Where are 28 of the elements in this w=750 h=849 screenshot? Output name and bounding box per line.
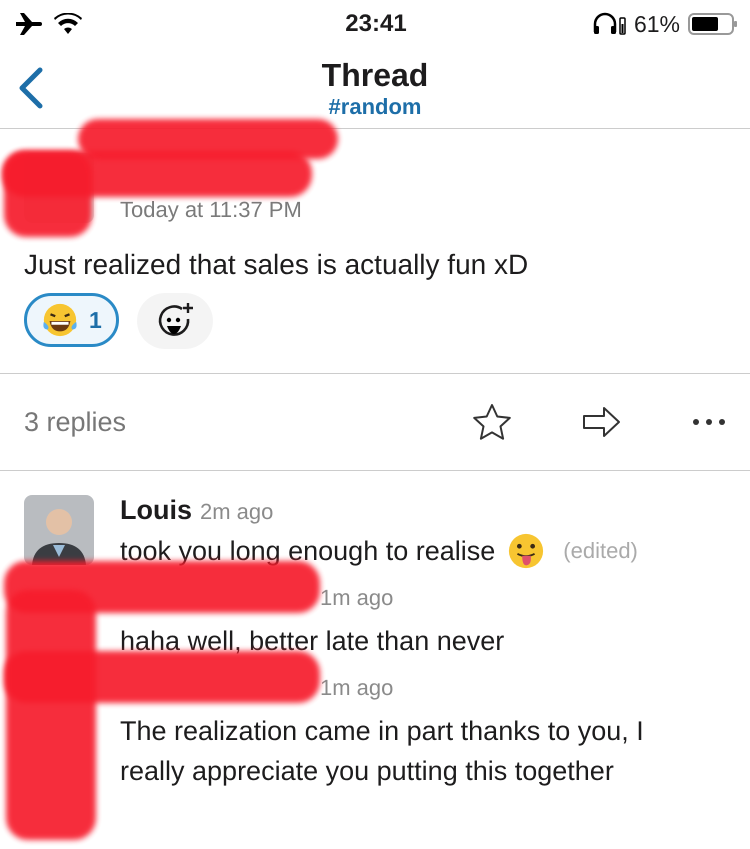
wifi-icon [54, 13, 82, 35]
star-icon [472, 403, 512, 441]
clock-time: 23:41 [345, 10, 407, 38]
battery-percentage: 61% [634, 10, 680, 38]
reply-time: 2m ago [200, 499, 274, 525]
replies-count: 3 replies [24, 406, 128, 438]
more-icon [692, 418, 726, 426]
airplane-icon [14, 12, 44, 36]
thread-title: Thread [322, 56, 428, 94]
battery-icon [688, 12, 738, 36]
edited-label: (edited) [563, 537, 638, 565]
tongue-emoji-icon [507, 532, 546, 570]
reply-text: took you long enough to realise [120, 535, 496, 568]
reply-time: 1m ago [320, 585, 394, 611]
reply-text: haha well, better late than never [120, 625, 504, 658]
author-name[interactable]: Louis [120, 495, 192, 526]
headphones-icon [592, 12, 626, 36]
share-button[interactable] [582, 406, 622, 438]
arrow-icon [582, 406, 622, 438]
channel-link[interactable]: #random [328, 94, 422, 120]
laughing-emoji-icon [41, 301, 79, 339]
reply-text: The realization came in part thanks to you, I really appreciate you putting this together [120, 715, 645, 788]
message-text: Just realized that sales is actually fun xD [24, 249, 530, 281]
more-button[interactable] [692, 418, 726, 426]
reaction-button[interactable]: 1 [24, 293, 119, 347]
reply-time: 1m ago [320, 675, 394, 701]
message-timestamp: Today at 11:37 PM [120, 197, 302, 223]
star-button[interactable] [472, 403, 512, 441]
